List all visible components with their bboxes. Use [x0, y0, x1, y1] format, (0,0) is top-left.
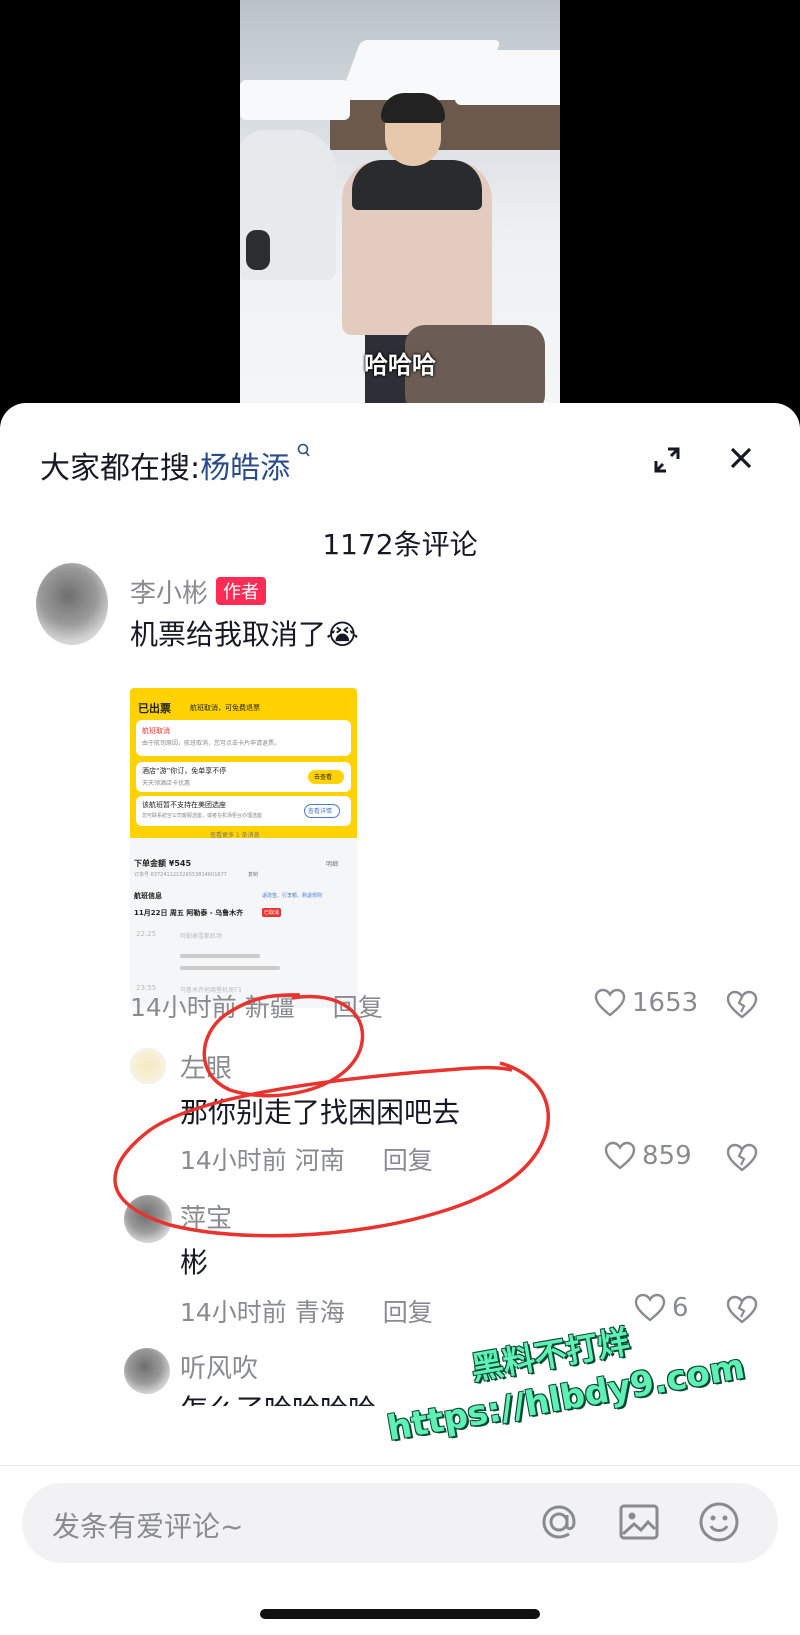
close-icon[interactable] — [726, 443, 756, 473]
order-amount: 下单金额 ¥545 — [134, 859, 192, 868]
comment-input-bar: 发条有爱评论~ — [0, 1465, 800, 1635]
comment-text: 怎么了哈哈哈哈 — [180, 1388, 376, 1406]
order-copy: 复制 — [248, 872, 259, 878]
author-name[interactable]: 听风吹 — [180, 1348, 258, 1385]
departure-time: 22:25 — [136, 930, 157, 938]
comment-author[interactable]: 李小彬 作者 — [130, 573, 267, 610]
person-jacket-top — [352, 160, 482, 210]
comment-location: 河南 — [294, 1146, 345, 1175]
author-name[interactable]: 萍宝 — [180, 1198, 232, 1235]
input-placeholder: 发条有爱评论~ — [52, 1510, 244, 1543]
flight-route: 11月22日 周五 阿勒泰 - 乌鲁木齐 — [134, 909, 244, 917]
flight-detail-line — [180, 966, 280, 970]
hotel-title: 酒店“游”你订，免单享不停 — [142, 767, 227, 775]
like-count: 1653 — [632, 988, 699, 1018]
video-frame[interactable]: 哈哈哈 — [240, 0, 560, 420]
comment-image[interactable]: 已出票 航班取消，可免费退票 航班取消 由于航司原因，航班取消，您可点击卡片申请… — [130, 688, 357, 1008]
seat-title: 该航班暂不支持在美团选座 — [142, 801, 226, 809]
snow-roof — [455, 50, 560, 105]
comment-text: 那你别走了找困困吧去 — [180, 1096, 461, 1129]
avatar[interactable] — [36, 563, 108, 645]
snow-roof — [240, 80, 350, 120]
like-button[interactable]: 6 — [634, 1293, 689, 1323]
flight-detail-line — [180, 954, 260, 958]
broken-heart-icon[interactable] — [726, 1143, 758, 1173]
like-count: 859 — [642, 1141, 692, 1171]
search-icon — [292, 443, 311, 463]
like-count: 6 — [672, 1293, 689, 1323]
cancel-note: 由于航司原因，航班取消，您可点击卡片申请退票。 — [142, 740, 281, 747]
comment-time: 14小时前 — [180, 1146, 287, 1175]
hotel-note: 天天领酒店卡优惠 — [142, 780, 191, 787]
author-badge: 作者 — [216, 577, 267, 605]
emoji-icon[interactable] — [694, 1497, 744, 1547]
comment-text: 彬 — [180, 1246, 209, 1279]
search-prefix: 大家都在搜: — [40, 451, 201, 486]
comment-time: 14小时前 — [130, 993, 237, 1022]
flight-info-links: 退改签、行李额、购退规则 — [262, 893, 323, 899]
like-button[interactable]: 859 — [604, 1141, 692, 1171]
image-icon[interactable] — [614, 1497, 664, 1547]
flight-info-title: 航班信息 — [134, 892, 162, 900]
heart-icon — [594, 988, 626, 1017]
seat-button-label: 查看详情 — [308, 808, 333, 815]
avatar[interactable] — [124, 1348, 170, 1394]
hotel-button-label: 去查看 — [314, 774, 333, 781]
heart-icon — [604, 1141, 636, 1170]
order-detail: 明细 — [326, 861, 339, 868]
person-hair — [381, 93, 445, 123]
trending-search[interactable]: 大家都在搜:杨皓添 — [40, 443, 311, 487]
comment-text: 机票给我取消了😭 — [130, 618, 359, 651]
avatar[interactable] — [130, 1048, 166, 1084]
like-button[interactable]: 1653 — [594, 988, 698, 1018]
broken-heart-icon[interactable] — [726, 990, 758, 1020]
home-indicator — [260, 1609, 540, 1619]
at-icon[interactable] — [534, 1497, 584, 1547]
comment-location: 青海 — [294, 1298, 345, 1327]
comment-time: 14小时前 — [180, 1298, 287, 1327]
order-number: 订单号 637241121526553814601677 — [134, 872, 227, 878]
comment-meta: 14小时前 新疆 回复 — [130, 988, 383, 1024]
flight-cancelled-tag: 已取消 — [262, 908, 282, 917]
comment-input[interactable]: 发条有爱评论~ — [22, 1483, 778, 1563]
seat-note: 您可联系航空公司客服选座，或者在机场柜台办理选座 — [142, 813, 263, 819]
comment-panel: 大家都在搜:杨皓添 1172条评论 李小彬 作者 机票给我取消了😭 已出票 航班取… — [0, 403, 800, 1635]
comment-count: 1172条评论 — [322, 528, 478, 561]
car-wheel — [246, 230, 270, 270]
author-name[interactable]: 李小彬 — [130, 579, 208, 609]
avatar[interactable] — [124, 1195, 172, 1243]
broken-heart-icon[interactable] — [726, 1295, 758, 1325]
cancel-title: 航班取消 — [142, 727, 170, 735]
video-subtitle: 哈哈哈 — [364, 351, 436, 379]
reply-button[interactable]: 回复 — [383, 1298, 433, 1327]
search-keyword[interactable]: 杨皓添 — [200, 451, 290, 486]
comment-location: 新疆 — [244, 993, 295, 1022]
reply-button[interactable]: 回复 — [333, 993, 383, 1022]
heart-icon — [634, 1293, 666, 1322]
ticket-status-note: 航班取消，可免费退票 — [190, 704, 260, 712]
comment-meta: 14小时前 青海 回复 — [180, 1293, 433, 1329]
author-name[interactable]: 左眼 — [180, 1048, 232, 1085]
more-messages: 查看更多 1 条消息 — [210, 832, 260, 839]
expand-icon[interactable] — [652, 445, 682, 475]
video-player[interactable]: 哈哈哈 — [0, 0, 800, 420]
comment-meta: 14小时前 河南 回复 — [180, 1141, 433, 1177]
departure-airport: 阿勒泰雪都机场 — [180, 933, 223, 940]
reply-button[interactable]: 回复 — [383, 1146, 433, 1175]
ticket-status: 已出票 — [138, 702, 171, 715]
